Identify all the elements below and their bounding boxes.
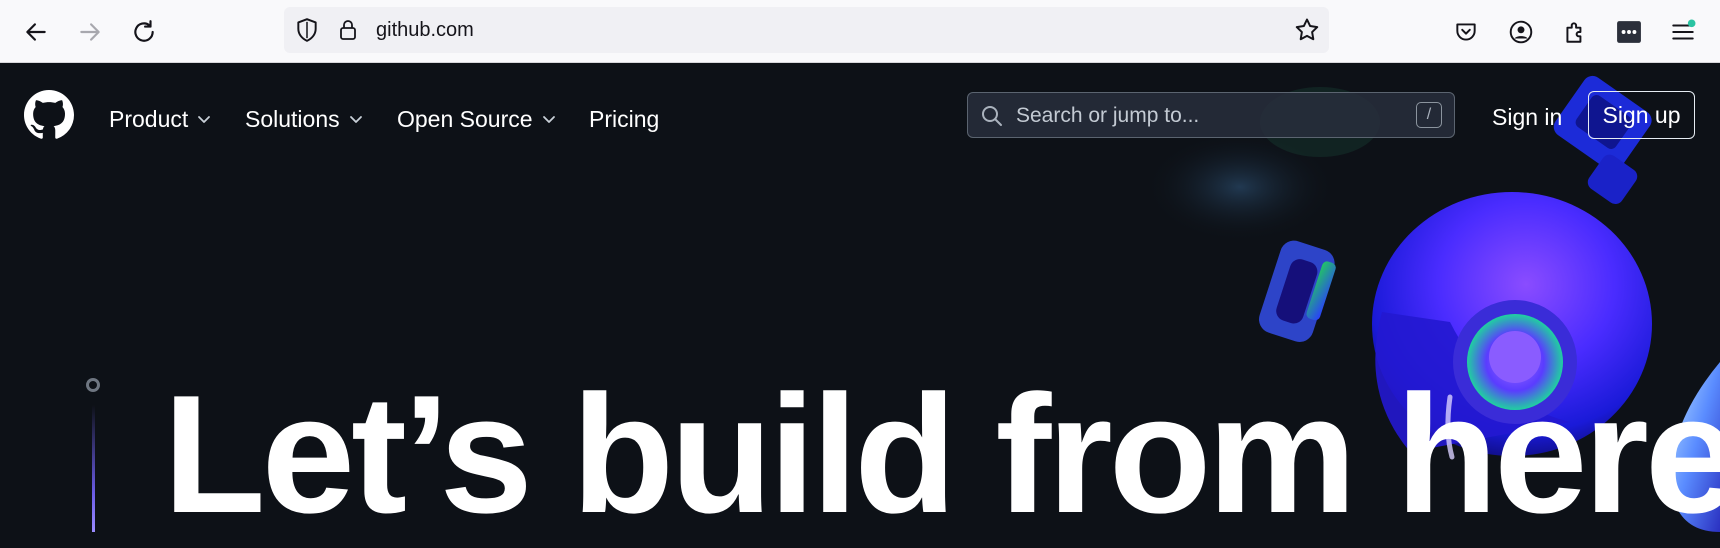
sign-up-button[interactable]: Sign up xyxy=(1588,91,1695,139)
password-manager-button[interactable] xyxy=(1609,12,1649,52)
app-menu-button[interactable] xyxy=(1663,12,1703,52)
shield-icon[interactable] xyxy=(294,17,320,48)
nav-open-source-label: Open Source xyxy=(397,105,533,132)
reload-icon xyxy=(134,20,154,42)
nav-pricing-label: Pricing xyxy=(589,105,660,132)
nav-open-source[interactable]: Open Source xyxy=(397,104,557,134)
address-bar[interactable]: github.com xyxy=(284,7,1329,53)
nav-product-label: Product xyxy=(109,105,189,132)
search-input[interactable]: Search or jump to... / xyxy=(967,92,1455,138)
nav-solutions[interactable]: Solutions xyxy=(245,104,364,134)
search-icon xyxy=(980,104,1004,133)
pocket-button[interactable] xyxy=(1446,12,1486,52)
chevron-down-icon xyxy=(541,111,557,127)
search-placeholder: Search or jump to... xyxy=(1016,104,1200,127)
password-manager-icon xyxy=(1617,21,1641,43)
browser-toolbar: github.com xyxy=(0,0,1720,63)
reload-button[interactable] xyxy=(124,12,164,52)
lock-icon[interactable] xyxy=(336,17,360,48)
back-arrow-icon xyxy=(26,23,46,41)
sign-in-link[interactable]: Sign in xyxy=(1492,104,1562,131)
nav-product[interactable]: Product xyxy=(109,104,212,134)
back-button[interactable] xyxy=(16,12,56,52)
chevron-down-icon xyxy=(196,111,212,127)
pocket-icon xyxy=(1456,23,1476,41)
chevron-down-icon xyxy=(348,111,364,127)
extensions-button[interactable] xyxy=(1555,12,1595,52)
account-button[interactable] xyxy=(1501,12,1541,52)
forward-button[interactable] xyxy=(70,12,110,52)
hero-title: Let’s build from here xyxy=(163,360,1720,548)
timeline-line xyxy=(92,405,95,532)
github-logo-icon[interactable] xyxy=(24,90,74,145)
site-header: Product Solutions Open Source Pricing Se… xyxy=(0,62,1720,172)
bookmark-star-icon[interactable] xyxy=(1293,16,1321,49)
nav-solutions-label: Solutions xyxy=(245,105,340,132)
nav-pricing[interactable]: Pricing xyxy=(589,104,659,134)
menu-icon xyxy=(1672,19,1696,40)
account-icon xyxy=(1509,20,1533,44)
search-shortcut-key: / xyxy=(1416,102,1442,128)
url-text[interactable]: github.com xyxy=(376,19,474,42)
extensions-icon xyxy=(1566,22,1582,43)
forward-arrow-icon xyxy=(80,23,100,41)
timeline-node xyxy=(86,378,100,392)
